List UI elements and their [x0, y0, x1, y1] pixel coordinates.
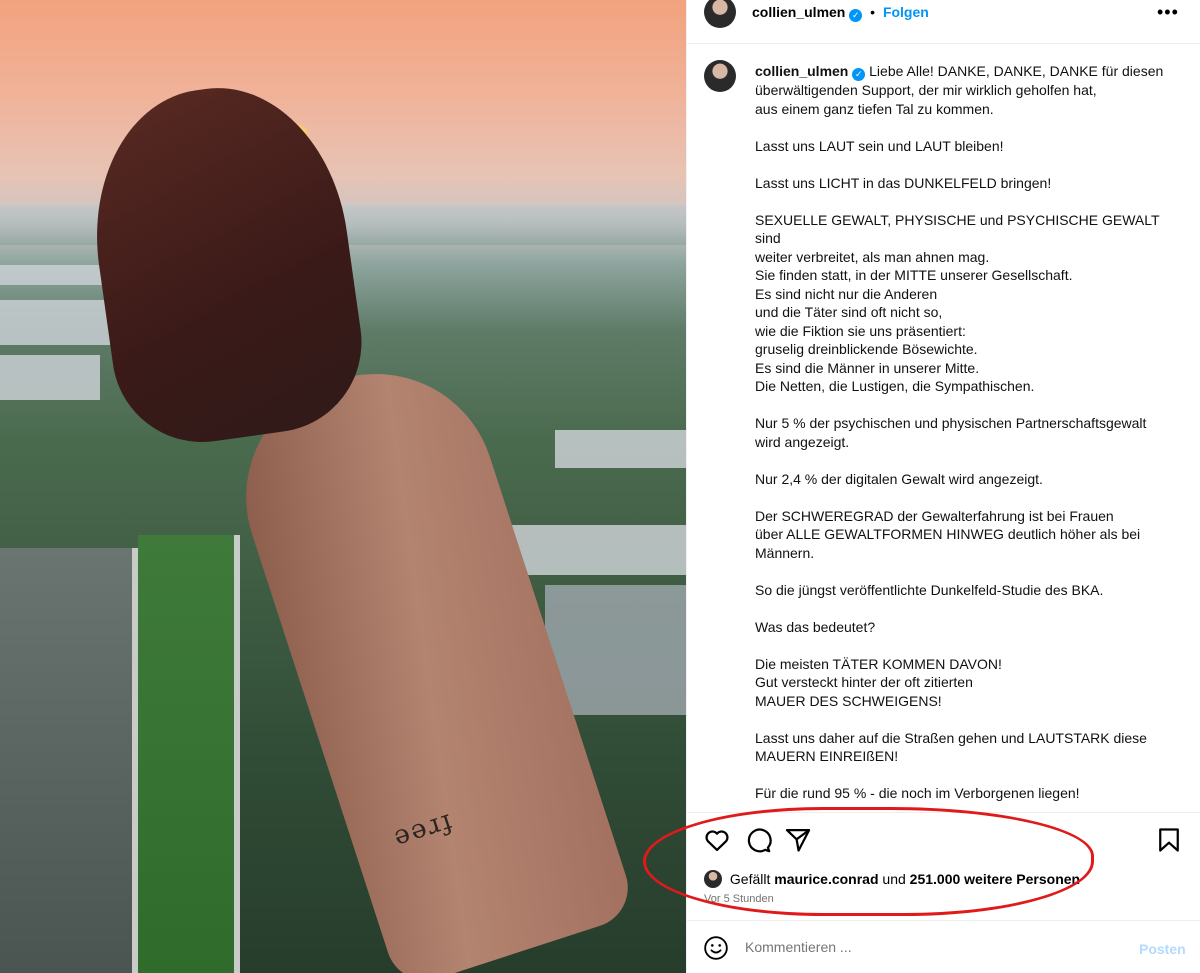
post-button[interactable]: Posten — [1139, 941, 1186, 957]
caption-avatar[interactable] — [704, 60, 736, 92]
comment-row: Posten — [703, 935, 1193, 965]
bookmark-icon[interactable] — [1155, 826, 1183, 854]
emoji-icon[interactable] — [703, 935, 729, 961]
comment-input[interactable] — [743, 938, 1107, 956]
pool — [0, 548, 138, 973]
header-username[interactable]: collien_ulmen — [752, 4, 845, 20]
caption-body: Liebe Alle! DANKE, DANKE, DANKE für dies… — [755, 63, 1164, 801]
post-image[interactable]: free — [0, 0, 686, 973]
verified-icon: ✓ — [852, 68, 866, 81]
hand — [76, 72, 374, 454]
caption-username[interactable]: collien_ulmen — [755, 63, 848, 79]
header-user-line: collien_ulmen ✓ • Folgen — [752, 4, 929, 22]
separator-dot: • — [870, 4, 876, 20]
avatar[interactable] — [704, 0, 736, 28]
roof — [555, 430, 686, 468]
highlight-annotation — [643, 807, 1094, 916]
more-options-icon[interactable]: ••• — [1157, 2, 1179, 23]
divider — [687, 43, 1200, 44]
verified-icon: ✓ — [849, 9, 863, 22]
divider — [687, 920, 1200, 921]
roof — [0, 300, 110, 345]
caption: collien_ulmen ✓ Liebe Alle! DANKE, DANKE… — [704, 60, 1184, 812]
caption-text-block: collien_ulmen ✓ Liebe Alle! DANKE, DANKE… — [755, 62, 1175, 812]
follow-button[interactable]: Folgen — [883, 4, 929, 20]
roof — [0, 355, 100, 400]
hedge — [138, 535, 240, 973]
post-header: collien_ulmen ✓ • Folgen ••• — [687, 0, 1200, 28]
